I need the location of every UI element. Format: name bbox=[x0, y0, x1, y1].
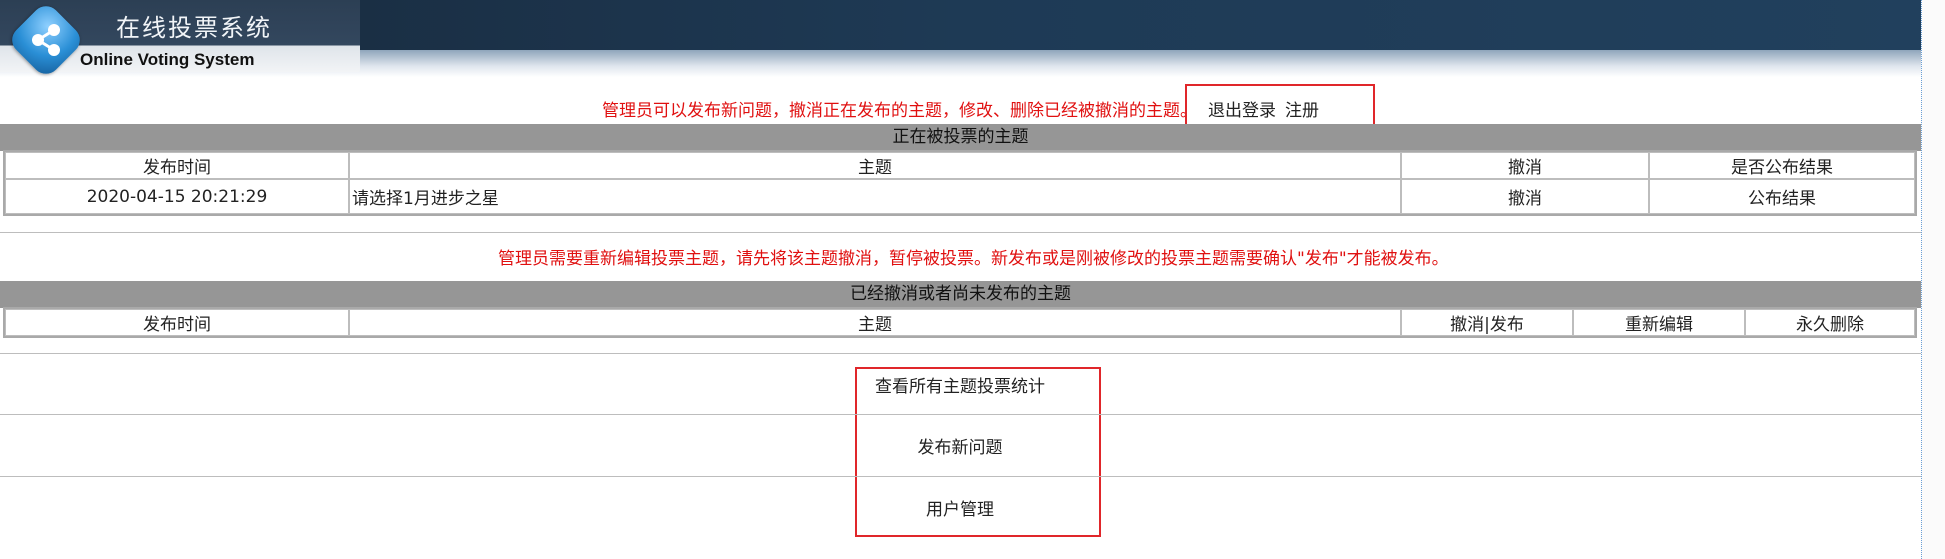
register-link[interactable]: 注册 bbox=[1285, 96, 1319, 121]
column-header: 发布时间 bbox=[5, 152, 349, 179]
topic-cell: 请选择1月进步之星 bbox=[349, 179, 1401, 214]
inactive-topics-header: 已经撤消或者尚未发布的主题 bbox=[0, 281, 1921, 308]
user-management-link[interactable]: 用户管理 bbox=[840, 495, 1080, 520]
column-header: 是否公布结果 bbox=[1649, 152, 1915, 179]
app-title-en: Online Voting System bbox=[80, 50, 255, 69]
column-header: 发布时间 bbox=[5, 309, 349, 336]
column-header: 撤消 bbox=[1401, 152, 1649, 179]
column-header: 永久删除 bbox=[1745, 309, 1915, 336]
cancel-link[interactable]: 撤消 bbox=[1401, 179, 1649, 214]
table-row: 2020-04-15 20:21:29 请选择1月进步之星 撤消 公布结果 bbox=[5, 179, 1915, 214]
table-header-row: 发布时间 主题 撤消 是否公布结果 bbox=[5, 152, 1915, 179]
column-header: 撤消|发布 bbox=[1401, 309, 1573, 336]
publish-results-link[interactable]: 公布结果 bbox=[1649, 179, 1915, 214]
active-topics-header: 正在被投票的主题 bbox=[0, 124, 1921, 151]
app-header: 在线投票系统 Online Voting System bbox=[0, 0, 1921, 80]
publish-new-question-link[interactable]: 发布新问题 bbox=[840, 433, 1080, 458]
inactive-topics-table: 发布时间 主题 撤消|发布 重新编辑 永久删除 bbox=[3, 307, 1917, 338]
active-topics-table: 发布时间 主题 撤消 是否公布结果 2020-04-15 20:21:29 请选… bbox=[3, 150, 1917, 216]
logout-link[interactable]: 退出登录 bbox=[1208, 96, 1276, 121]
divider bbox=[0, 476, 1921, 477]
publish-time-cell: 2020-04-15 20:21:29 bbox=[5, 179, 349, 214]
divider bbox=[0, 232, 1921, 233]
divider bbox=[0, 353, 1921, 354]
table-header-row: 发布时间 主题 撤消|发布 重新编辑 永久删除 bbox=[5, 309, 1915, 336]
view-stats-link[interactable]: 查看所有主题投票统计 bbox=[840, 372, 1080, 397]
window-right-edge bbox=[1921, 0, 1945, 559]
app-title-cn: 在线投票系统 bbox=[116, 14, 272, 42]
column-header: 主题 bbox=[349, 309, 1401, 336]
logo-panel: 在线投票系统 Online Voting System bbox=[0, 0, 360, 80]
column-header: 主题 bbox=[349, 152, 1401, 179]
edit-notice: 管理员需要重新编辑投票主题，请先将该主题撤消，暂停被投票。新发布或是刚被修改的投… bbox=[498, 249, 1449, 269]
share-nodes-icon bbox=[6, 0, 86, 80]
admin-notice: 管理员可以发布新问题，撤消正在发布的主题，修改、删除已经被撤消的主题。 bbox=[602, 101, 1197, 121]
divider bbox=[0, 414, 1921, 415]
column-header: 重新编辑 bbox=[1573, 309, 1745, 336]
